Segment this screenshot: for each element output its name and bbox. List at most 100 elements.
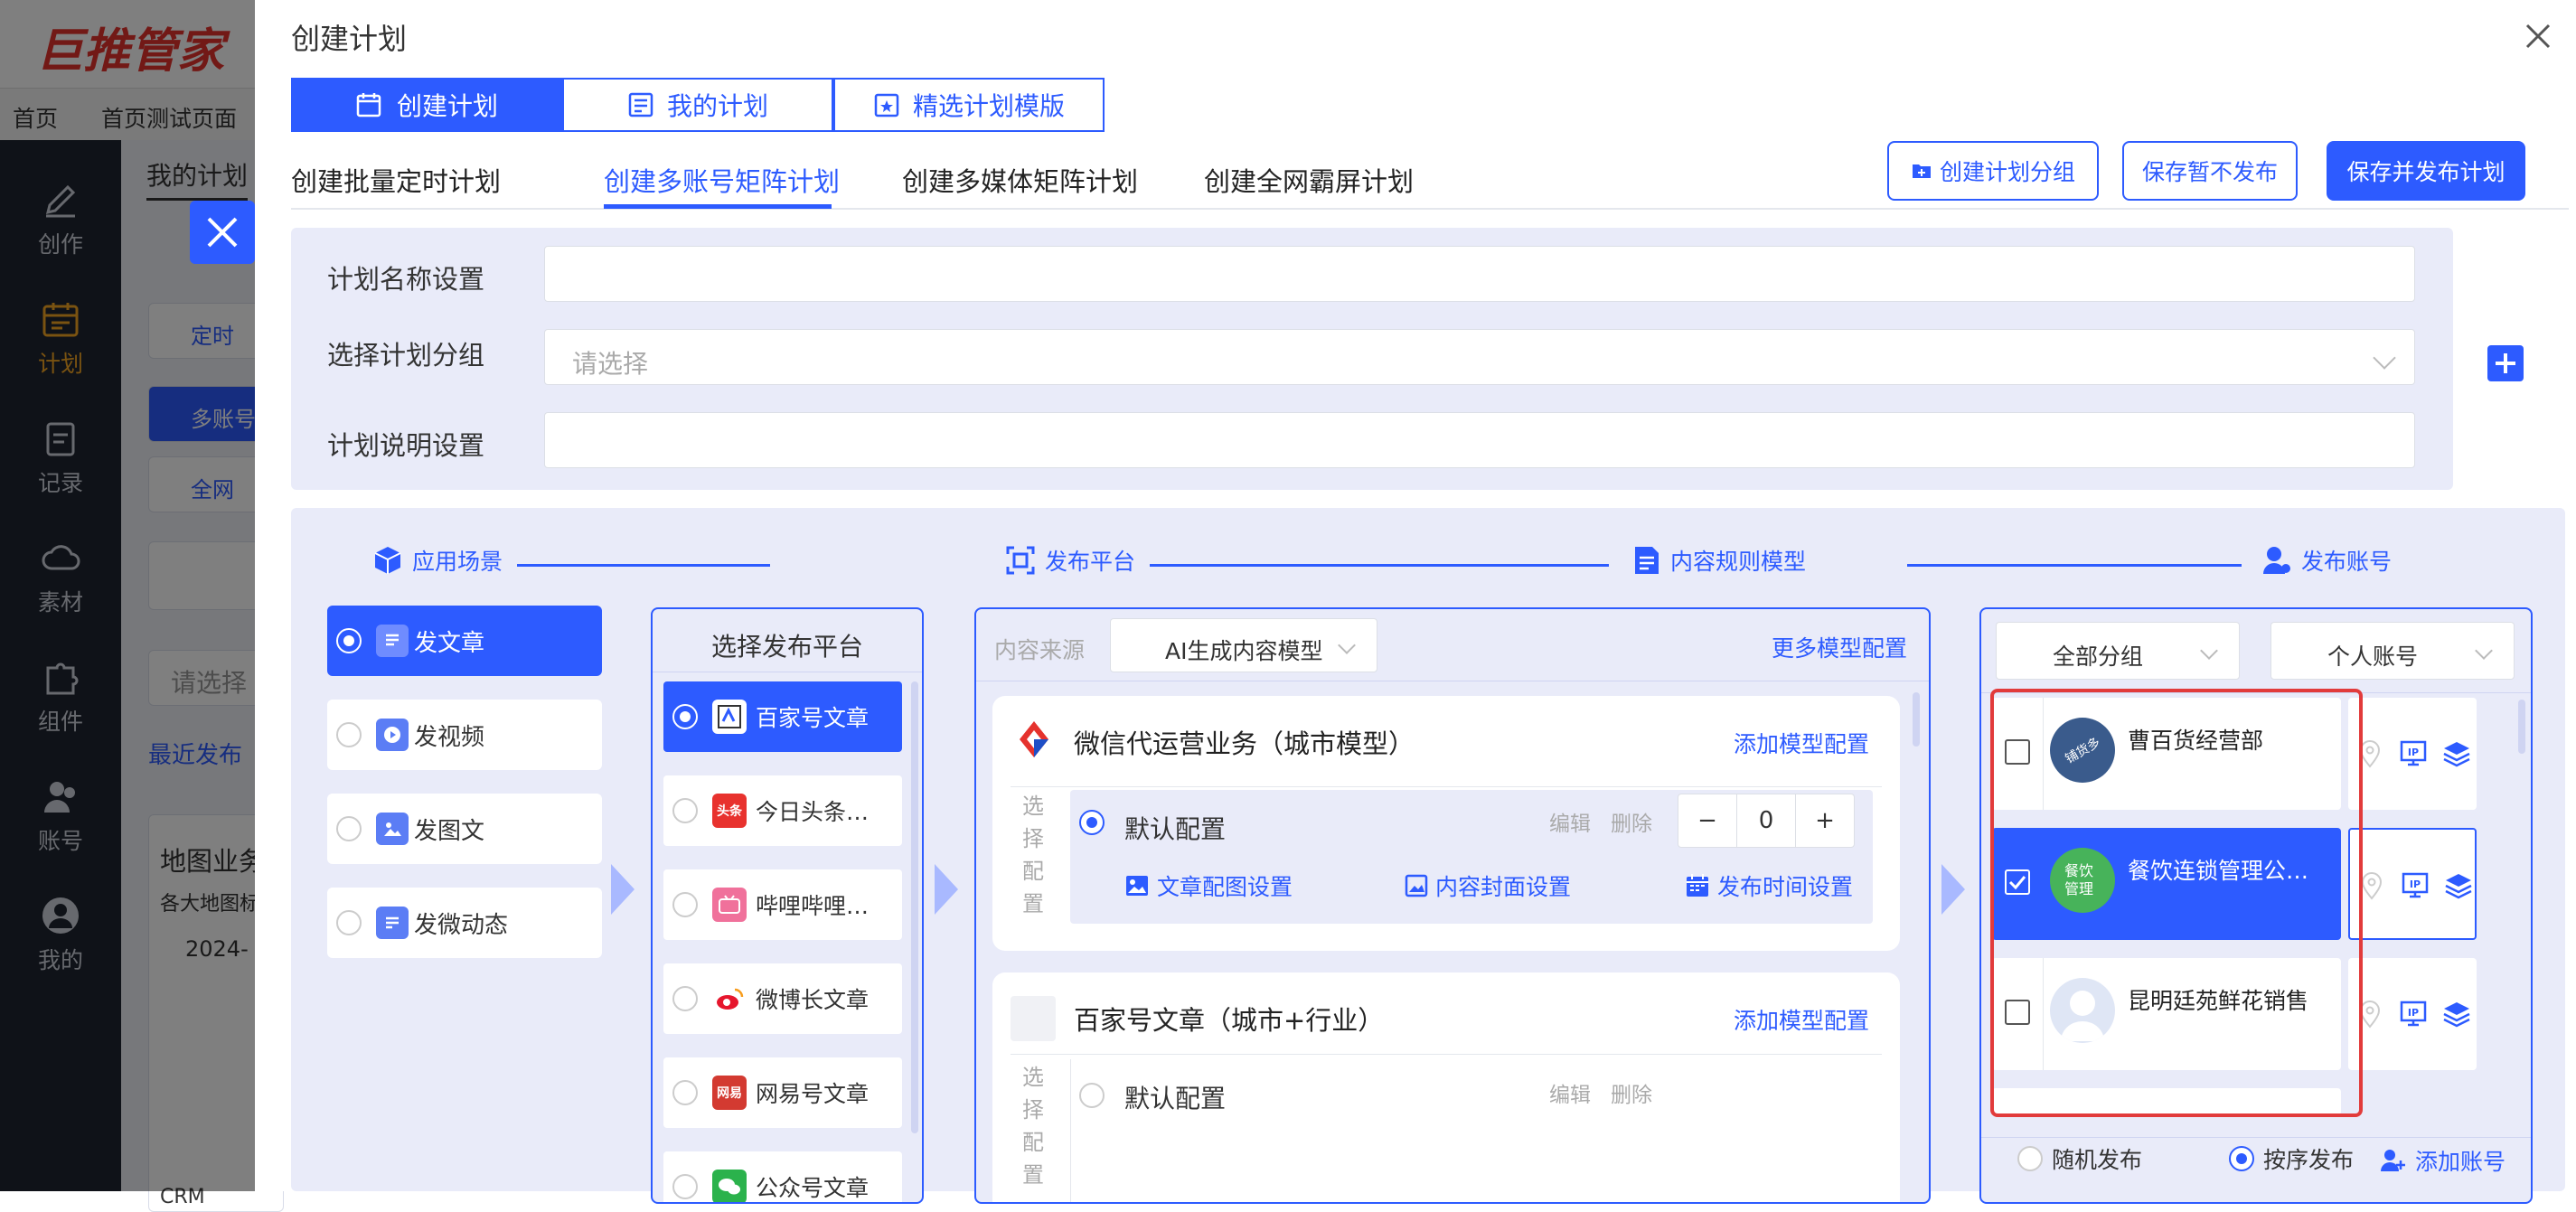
svg-text:IP: IP bbox=[2408, 747, 2419, 758]
scan-icon bbox=[1006, 546, 1035, 575]
radio bbox=[672, 704, 698, 729]
radio bbox=[336, 628, 362, 653]
button-label: 创建计划分组 bbox=[1939, 159, 2075, 185]
location-icon[interactable] bbox=[2359, 871, 2384, 900]
radio bbox=[672, 1080, 698, 1105]
config-radio[interactable] bbox=[1079, 810, 1105, 835]
stepper-minus-button[interactable]: − bbox=[1678, 794, 1736, 847]
calendar-icon bbox=[1687, 874, 1708, 897]
stepper-plus-button[interactable]: + bbox=[1795, 794, 1854, 847]
layers-icon[interactable] bbox=[2442, 1000, 2471, 1029]
tab-batch-scheduled[interactable]: 创建批量定时计划 bbox=[291, 161, 501, 199]
content-source-select[interactable]: AI生成内容模型 bbox=[1110, 618, 1377, 672]
scene-image-text[interactable]: 发图文 bbox=[327, 794, 602, 864]
scene-micro-post[interactable]: 发微动态 bbox=[327, 888, 602, 958]
side-char: 配 bbox=[1022, 859, 1044, 884]
config-edit-link[interactable]: 编辑 bbox=[1549, 806, 1591, 837]
platform-scrollbar[interactable] bbox=[911, 681, 918, 1133]
highlight-box bbox=[1990, 689, 2363, 1117]
ip-icon[interactable]: IP bbox=[2399, 739, 2428, 768]
folder-plus-icon bbox=[1912, 164, 1931, 178]
video-icon bbox=[376, 719, 409, 751]
link-label: 发布时间设置 bbox=[1717, 874, 1854, 900]
tab-multi-media-matrix[interactable]: 创建多媒体矩阵计划 bbox=[902, 161, 1138, 199]
plan-desc-input[interactable] bbox=[544, 412, 2415, 468]
create-plan-modal: 创建计划 创建计划 我的计划 精选计划模版 创建批量定时计划 创建多账号矩阵计划… bbox=[255, 0, 2576, 1204]
side-char: 置 bbox=[1022, 1162, 1044, 1188]
tab-template[interactable]: 精选计划模版 bbox=[833, 78, 1105, 132]
ip-icon[interactable]: IP bbox=[2401, 871, 2430, 900]
tab-full-network[interactable]: 创建全网霸屏计划 bbox=[1204, 161, 1414, 199]
list-icon bbox=[628, 92, 653, 117]
article-icon bbox=[376, 625, 409, 657]
layers-icon[interactable] bbox=[2444, 871, 2473, 900]
random-publish-option[interactable]: 随机发布 bbox=[2017, 1142, 2142, 1175]
svg-text:IP: IP bbox=[2408, 1007, 2419, 1019]
radio bbox=[672, 986, 698, 1011]
account-actions: IP bbox=[2348, 958, 2477, 1070]
wechat-icon bbox=[712, 1170, 747, 1202]
cover-setting-link[interactable]: 内容封面设置 bbox=[1405, 869, 1571, 902]
image-icon bbox=[376, 813, 409, 845]
plan-name-input[interactable] bbox=[544, 246, 2415, 302]
content-scrollbar[interactable] bbox=[1913, 692, 1920, 747]
side-char: 选 bbox=[1022, 794, 1044, 819]
layers-icon[interactable] bbox=[2442, 739, 2471, 768]
platform-netease[interactable]: 网易 网易号文章 bbox=[663, 1057, 902, 1128]
platform-wechat-official[interactable]: 公众号文章 bbox=[663, 1151, 902, 1202]
account-group-select[interactable]: 全部分组 bbox=[1996, 622, 2240, 680]
image-setting-link[interactable]: 文章配图设置 bbox=[1124, 869, 1293, 902]
tab-my-plan[interactable]: 我的计划 bbox=[562, 78, 833, 132]
flow-arrow-icon bbox=[611, 864, 635, 915]
model-title: 百家号文章（城市+行业） bbox=[1074, 1005, 1385, 1036]
config-delete-link[interactable]: 删除 bbox=[1611, 1077, 1652, 1108]
add-model-config-link[interactable]: 添加模型配置 bbox=[1734, 727, 1869, 759]
account-scrollbar[interactable] bbox=[2518, 700, 2525, 754]
order-publish-option[interactable]: 按序发布 bbox=[2229, 1142, 2354, 1175]
config-radio[interactable] bbox=[1079, 1083, 1105, 1108]
scene-video[interactable]: 发视频 bbox=[327, 700, 602, 770]
platform-label: 哔哩哔哩… bbox=[756, 893, 870, 919]
tab-create-plan[interactable]: 创建计划 bbox=[291, 78, 562, 132]
model-card: 百家号文章（城市+行业） 添加模型配置 选 择 配 置 默认配置 编辑 删除 bbox=[992, 972, 1900, 1202]
scene-article[interactable]: 发文章 bbox=[327, 606, 602, 676]
scene-label: 发视频 bbox=[414, 723, 485, 751]
ip-icon[interactable]: IP bbox=[2399, 1000, 2428, 1029]
plan-group-select[interactable]: 请选择 bbox=[544, 329, 2415, 385]
create-group-button[interactable]: 创建计划分组 bbox=[1887, 141, 2099, 201]
add-field-button[interactable] bbox=[2487, 345, 2524, 381]
count-stepper: − 0 + bbox=[1678, 794, 1855, 848]
radio bbox=[336, 816, 362, 841]
platform-label: 今日头条… bbox=[756, 799, 870, 825]
config-row: 默认配置 编辑 删除 − 0 + 文章配图设置 内容封面设置 发布时间设置 bbox=[1070, 790, 1873, 924]
user-settings-icon bbox=[2263, 547, 2290, 574]
content-source-bar: 内容来源 AI生成内容模型 更多模型配置 bbox=[976, 609, 1929, 681]
side-char: 择 bbox=[1022, 826, 1044, 851]
add-model-config-link[interactable]: 添加模型配置 bbox=[1734, 1003, 1869, 1036]
radio bbox=[672, 892, 698, 917]
stepper-value[interactable]: 0 bbox=[1736, 794, 1795, 847]
platform-label: 微博长文章 bbox=[756, 987, 870, 1013]
platform-toutiao[interactable]: 头条 今日头条… bbox=[663, 775, 902, 846]
more-model-config-link[interactable]: 更多模型配置 bbox=[1772, 631, 1907, 663]
content-source-label: 内容来源 bbox=[994, 637, 1086, 663]
divider bbox=[1981, 1137, 2531, 1138]
time-setting-link[interactable]: 发布时间设置 bbox=[1685, 869, 1853, 902]
platform-label: 百家号文章 bbox=[756, 705, 870, 731]
close-icon[interactable] bbox=[2520, 18, 2556, 54]
platform-weibo[interactable]: 微博长文章 bbox=[663, 963, 902, 1034]
save-publish-button[interactable]: 保存并发布计划 bbox=[2327, 141, 2525, 201]
config-edit-link[interactable]: 编辑 bbox=[1549, 1077, 1591, 1108]
radio bbox=[2017, 1146, 2043, 1171]
divider bbox=[1070, 1059, 1071, 1202]
tab-multi-account-matrix[interactable]: 创建多账号矩阵计划 bbox=[604, 161, 840, 199]
add-account-link[interactable]: 添加账号 bbox=[2379, 1144, 2505, 1177]
account-type-select[interactable]: 个人账号 bbox=[2270, 622, 2515, 680]
calendar-edit-icon bbox=[356, 93, 381, 117]
platform-bilibili[interactable]: 哔哩哔哩… bbox=[663, 869, 902, 940]
side-char: 择 bbox=[1022, 1097, 1044, 1123]
config-delete-link[interactable]: 删除 bbox=[1611, 806, 1652, 837]
save-draft-button[interactable]: 保存暂不发布 bbox=[2122, 141, 2298, 201]
platform-baijiahao[interactable]: 百家号文章 bbox=[663, 681, 902, 752]
drawer-close-button[interactable] bbox=[190, 201, 255, 264]
